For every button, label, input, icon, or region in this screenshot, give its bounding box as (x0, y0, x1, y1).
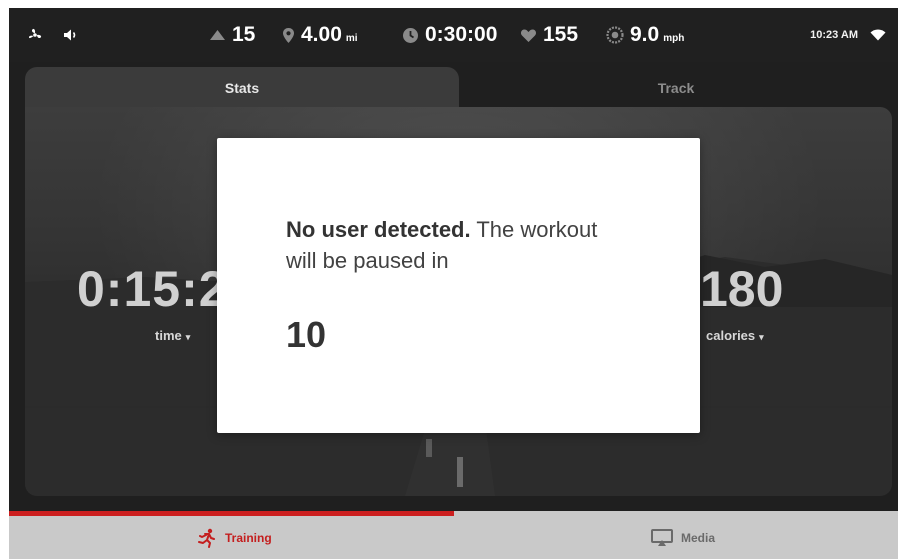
runner-icon (197, 528, 217, 548)
distance-unit: mi (345, 32, 358, 44)
bottom-nav: Training Media (9, 516, 898, 559)
calories-stat-selector[interactable]: calories ▾ (706, 328, 764, 343)
chevron-down-icon: ▾ (759, 332, 764, 342)
nav-media[interactable]: Media (651, 516, 715, 559)
clock-icon (402, 27, 419, 44)
countdown-value: 10 (286, 314, 327, 355)
tab-track[interactable]: Track (459, 67, 893, 107)
distance-metric: 4.00 mi (282, 8, 358, 62)
speed-value: 9.0 (630, 23, 660, 46)
heart-rate-metric: 155 (520, 8, 578, 62)
speed-metric: 9.0 mph (606, 8, 684, 62)
clock-display: 10:23 AM (810, 29, 858, 41)
chevron-down-icon: ▾ (185, 332, 191, 342)
location-pin-icon (282, 27, 295, 44)
calories-stat-label: calories (706, 328, 756, 343)
wifi-icon[interactable] (870, 8, 886, 62)
nav-training-label: Training (225, 530, 272, 545)
time-stat-label: time (155, 328, 182, 343)
no-user-dialog[interactable]: No user detected. The workout will be pa… (217, 138, 700, 433)
tab-stats-label: Stats (224, 80, 260, 96)
dialog-message: No user detected. The workout will be pa… (286, 214, 626, 276)
incline-value: 15 (232, 23, 256, 46)
incline-metric: 15 (209, 8, 255, 62)
nav-training[interactable]: Training (197, 516, 272, 559)
status-bar: 15 4.00 mi 0:30:00 155 9.0 mph 10:23 AM (9, 8, 898, 62)
app-frame: 15 4.00 mi 0:30:00 155 9.0 mph 10:23 AM … (9, 8, 898, 559)
media-screen-icon (651, 528, 673, 547)
tab-track-label: Track (657, 80, 695, 96)
distance-value: 4.00 (301, 23, 342, 46)
heart-rate-value: 155 (543, 23, 579, 46)
time-stat-selector[interactable]: time ▾ (155, 328, 190, 343)
time-stat-value: 0:15:2 (77, 261, 228, 317)
speed-unit: mph (663, 32, 685, 44)
incline-icon (209, 29, 226, 41)
time-metric: 0:30:00 (402, 8, 497, 62)
dialog-title: No user detected. (286, 217, 471, 242)
fan-icon[interactable] (27, 8, 43, 62)
volume-icon[interactable] (63, 8, 79, 62)
speed-dial-icon (606, 26, 624, 44)
time-value: 0:30:00 (425, 23, 498, 46)
nav-media-label: Media (681, 530, 716, 545)
calories-stat-value: 180 (700, 261, 784, 317)
heart-icon (520, 28, 537, 43)
